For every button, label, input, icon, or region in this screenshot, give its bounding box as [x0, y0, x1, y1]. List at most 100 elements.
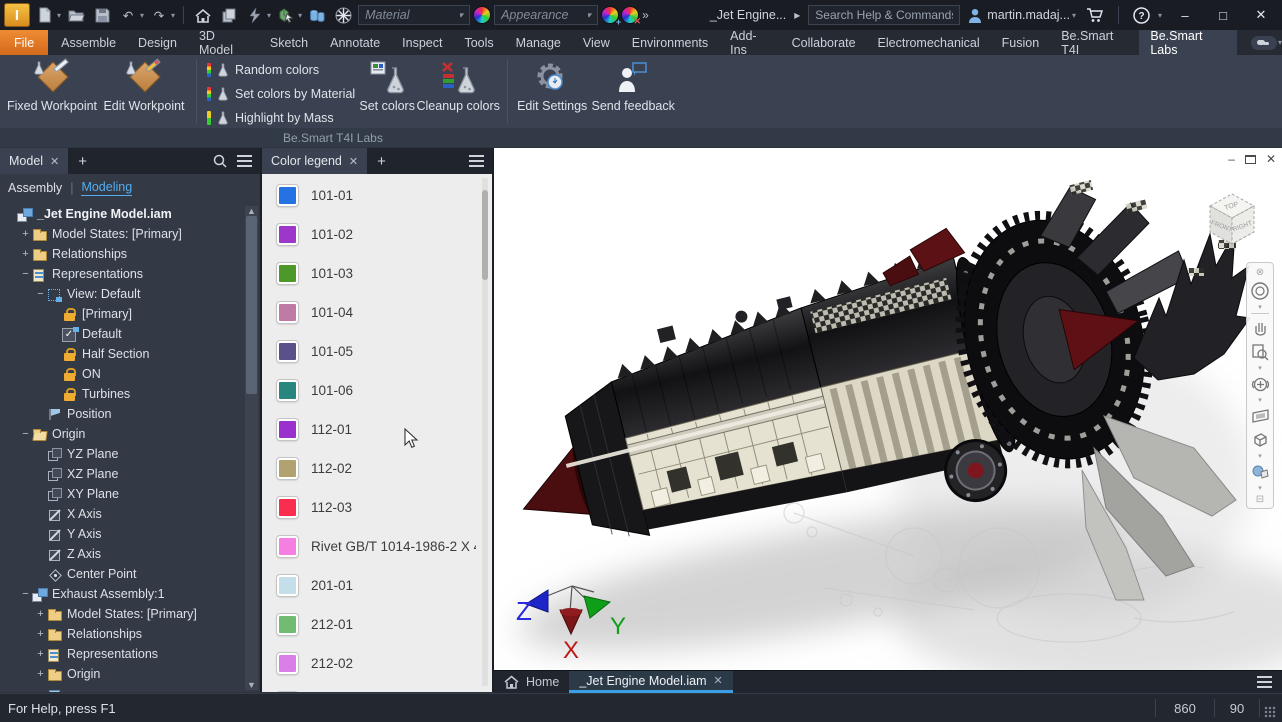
- viewport-3d[interactable]: – ✕ TOP FRONT RIGHT ⊗ ▾ ▾ ▾ ▾: [494, 148, 1282, 670]
- tree-item[interactable]: Z Axis: [0, 544, 246, 564]
- send-feedback-button[interactable]: Send feedback: [590, 55, 676, 128]
- set-colors-button[interactable]: Set colors: [359, 55, 415, 128]
- orbit-dropdown[interactable]: ▾: [1258, 396, 1262, 404]
- legend-item[interactable]: 212-01: [262, 605, 476, 644]
- ribbon-tab-fusion[interactable]: Fusion: [991, 30, 1051, 55]
- tree-item[interactable]: −Origin: [0, 424, 246, 444]
- doc-close-icon[interactable]: ✕: [1266, 152, 1276, 166]
- browser-menu-icon[interactable]: [237, 155, 252, 157]
- tree-expand-toggle[interactable]: +: [19, 248, 32, 260]
- legend-item[interactable]: 101-02: [262, 215, 476, 254]
- tree-item[interactable]: ON: [0, 364, 246, 384]
- navbar-collapse-icon[interactable]: ⊟: [1248, 492, 1272, 506]
- ribbon-tab-assemble[interactable]: Assemble: [50, 30, 127, 55]
- mode-assembly[interactable]: Assembly: [8, 181, 62, 195]
- ribbon-tab-file[interactable]: File: [0, 30, 48, 55]
- browser-tab-model[interactable]: Model ✕: [0, 148, 68, 174]
- scrollbar-thumb[interactable]: [482, 190, 488, 280]
- tree-item[interactable]: XZ Plane: [0, 464, 246, 484]
- doc-minimize-icon[interactable]: –: [1228, 152, 1235, 166]
- minimize-button[interactable]: –: [1170, 3, 1200, 27]
- tree-item[interactable]: Y Axis: [0, 524, 246, 544]
- fixed-workpoint-button[interactable]: Fixed Workpoint: [6, 55, 98, 128]
- tree-item[interactable]: −Exhaust Assembly:1: [0, 584, 246, 604]
- save-icon[interactable]: [91, 4, 113, 26]
- view-cube[interactable]: TOP FRONT RIGHT: [1200, 186, 1264, 252]
- zoom-dropdown[interactable]: ▾: [1258, 364, 1262, 372]
- home-tab[interactable]: Home: [494, 671, 569, 693]
- tree-item[interactable]: +Relationships: [0, 244, 246, 264]
- tree-expand-toggle[interactable]: +: [34, 628, 47, 640]
- undo-dropdown[interactable]: ▾: [140, 11, 144, 20]
- tree-expand-toggle[interactable]: +: [19, 228, 32, 240]
- help-icon[interactable]: ?: [1131, 4, 1153, 26]
- ribbon-tab-3d-model[interactable]: 3D Model: [188, 30, 259, 55]
- navwheel-dropdown[interactable]: ▾: [1258, 303, 1262, 311]
- resize-grip[interactable]: [1264, 706, 1276, 718]
- navbar-close-icon[interactable]: ⊗: [1248, 265, 1272, 279]
- ribbon-tab-view[interactable]: View: [572, 30, 621, 55]
- tree-item[interactable]: XY Plane: [0, 484, 246, 504]
- adjust-color-wheel-icon[interactable]: +: [602, 7, 618, 23]
- ribbon-tab-inspect[interactable]: Inspect: [391, 30, 453, 55]
- tree-item[interactable]: X Axis: [0, 504, 246, 524]
- tree-item[interactable]: Turbines: [0, 384, 246, 404]
- tree-expand-toggle[interactable]: −: [19, 268, 32, 280]
- tree-item[interactable]: Default: [0, 324, 246, 344]
- tree-expand-toggle[interactable]: −: [19, 588, 32, 600]
- mode-modeling[interactable]: Modeling: [81, 180, 132, 196]
- scrollbar-thumb[interactable]: [246, 216, 257, 394]
- toolbar-overflow-chevrons[interactable]: »: [642, 8, 649, 22]
- add-panel-tab-button[interactable]: +: [68, 148, 97, 174]
- material-color-wheel-icon[interactable]: [474, 7, 490, 23]
- tree-item[interactable]: Position: [0, 404, 246, 424]
- ribbon-tab-manage[interactable]: Manage: [505, 30, 572, 55]
- style-dropdown[interactable]: ▾: [1258, 484, 1262, 492]
- ribbon-tab-add-ins[interactable]: Add-Ins: [719, 30, 780, 55]
- tree-item[interactable]: +Representations: [0, 644, 246, 664]
- inventor-logo-icon[interactable]: I: [4, 3, 30, 27]
- ribbon-tab-environments[interactable]: Environments: [621, 30, 719, 55]
- ribbon-tab-be-smart-labs[interactable]: Be.Smart Labs: [1139, 30, 1237, 55]
- ribbon-tab-tools[interactable]: Tools: [453, 30, 504, 55]
- cleanup-colors-button[interactable]: Cleanup colors: [415, 55, 501, 128]
- clear-color-wheel-icon[interactable]: ✕: [622, 7, 638, 23]
- pan-icon[interactable]: [1248, 316, 1272, 340]
- tree-item[interactable]: Half Section: [0, 344, 246, 364]
- zoom-icon[interactable]: [1248, 340, 1272, 364]
- redo-dropdown[interactable]: ▾: [171, 11, 175, 20]
- help-dropdown[interactable]: ▾: [1158, 11, 1162, 20]
- select-box-icon[interactable]: [275, 4, 297, 26]
- tree-expand-toggle[interactable]: −: [34, 288, 47, 300]
- tree-expand-toggle[interactable]: +: [34, 648, 47, 660]
- user-account[interactable]: martin.madaj... ▾: [968, 8, 1076, 23]
- close-icon[interactable]: ✕: [714, 674, 723, 687]
- ribbon-tab-electromechanical[interactable]: Electromechanical: [867, 30, 991, 55]
- maximize-button[interactable]: □: [1208, 3, 1238, 27]
- tree-item[interactable]: Center Point: [0, 564, 246, 584]
- ribbon-tab-collaborate[interactable]: Collaborate: [781, 30, 867, 55]
- legend-item[interactable]: 112-02: [262, 449, 476, 488]
- ribbon-tab-design[interactable]: Design: [127, 30, 188, 55]
- undo-icon[interactable]: ↶: [117, 4, 139, 26]
- browser-scrollbar[interactable]: ▲ ▼: [245, 206, 258, 690]
- cart-icon[interactable]: [1084, 4, 1106, 26]
- legend-item[interactable]: Rivet GB/T 1014-1986-2 X 4: [262, 527, 476, 566]
- redo-icon[interactable]: ↷: [148, 4, 170, 26]
- set-colors-by-material-button[interactable]: Set colors by Material: [203, 83, 359, 104]
- close-button[interactable]: ✕: [1246, 3, 1276, 27]
- tree-item[interactable]: +Relationships: [0, 624, 246, 644]
- open-file-icon[interactable]: [65, 4, 87, 26]
- view-face-icon[interactable]: [1248, 428, 1272, 452]
- material-combobox[interactable]: Material▾: [358, 5, 470, 25]
- legend-scrollbar[interactable]: [482, 178, 488, 686]
- tree-expand-toggle[interactable]: −: [19, 428, 32, 440]
- component-cylinders-icon[interactable]: [306, 4, 328, 26]
- appearance-combobox[interactable]: Appearance▾: [494, 5, 598, 25]
- ribbon-tab-annotate[interactable]: Annotate: [319, 30, 391, 55]
- tree-item[interactable]: +Model States: [Primary]: [0, 604, 246, 624]
- legend-item[interactable]: 101-04: [262, 293, 476, 332]
- tree-item[interactable]: −Representations: [0, 264, 246, 284]
- update-dropdown[interactable]: ▾: [267, 11, 271, 20]
- tree-expand-toggle[interactable]: +: [34, 608, 47, 620]
